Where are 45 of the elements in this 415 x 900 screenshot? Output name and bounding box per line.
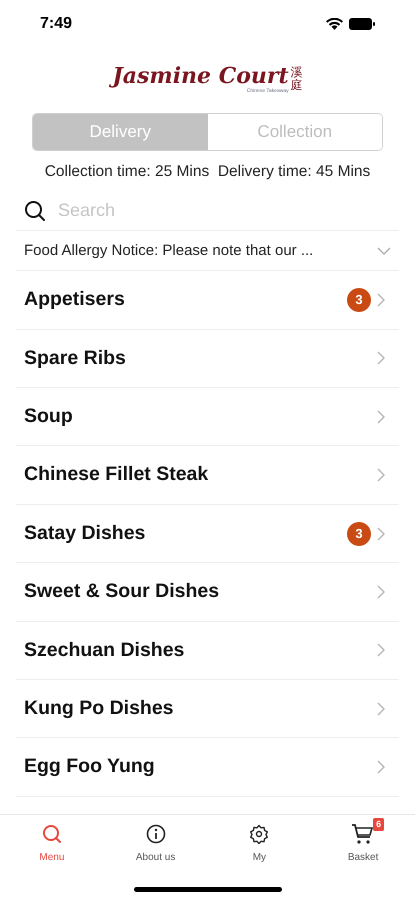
wifi-icon bbox=[326, 18, 343, 30]
category-name: Spare Ribs bbox=[24, 346, 127, 371]
chevron-right-icon bbox=[377, 584, 385, 599]
allergy-notice[interactable]: Food Allergy Notice: Please note that our ... bbox=[16, 231, 399, 272]
count-badge: 3 bbox=[347, 522, 371, 546]
category-name: Kung Po Dishes bbox=[24, 696, 175, 722]
basket-count-badge: 6 bbox=[373, 818, 384, 831]
wait-times: Collection time: 25 Mins Delivery time: 45 Mins bbox=[44, 162, 370, 182]
info-icon bbox=[146, 824, 166, 844]
chevron-right-icon bbox=[377, 643, 385, 658]
chevron-right-icon bbox=[377, 351, 385, 366]
search-icon bbox=[24, 200, 46, 222]
category-row[interactable]: Soup bbox=[16, 388, 399, 446]
tab-bar-item[interactable]: My bbox=[208, 817, 312, 865]
category-row[interactable]: Spare Ribs bbox=[16, 330, 399, 388]
category-row[interactable]: Chinese Fillet Steak bbox=[16, 446, 399, 505]
category-row[interactable]: Appetisers 3 bbox=[16, 271, 399, 330]
chevron-right-icon bbox=[377, 410, 385, 424]
category-name: Satay Dishes bbox=[24, 520, 146, 546]
cart-icon bbox=[351, 823, 376, 845]
chevron-right-icon bbox=[377, 292, 385, 307]
category-row[interactable]: Egg Foo Yung bbox=[16, 738, 399, 797]
search-icon bbox=[42, 824, 62, 844]
settings-icon bbox=[249, 824, 270, 844]
category-name: Soup bbox=[24, 404, 74, 430]
tab-bar-item[interactable]: About us bbox=[104, 817, 208, 865]
category-name: Chinese Fillet Steak bbox=[24, 462, 210, 488]
category-row[interactable]: Kung Po Dishes bbox=[16, 680, 399, 738]
status-time: 7:49 bbox=[40, 14, 72, 34]
search-field[interactable]: Search bbox=[58, 197, 391, 224]
chevron-right-icon bbox=[377, 702, 385, 716]
category-row[interactable]: Sweet & Sour Dishes bbox=[16, 563, 399, 622]
category-row[interactable]: Szechuan Dishes bbox=[16, 622, 399, 680]
count-badge: 3 bbox=[347, 288, 371, 312]
category-name: Appetisers bbox=[24, 287, 126, 312]
category-row[interactable]: Satay Dishes 3 bbox=[16, 504, 399, 564]
battery-icon bbox=[349, 18, 375, 30]
tab-bar-item[interactable]: 6 Basket bbox=[311, 817, 415, 865]
category-name: Szechuan Dishes bbox=[24, 638, 186, 663]
chevron-right-icon bbox=[377, 526, 385, 540]
tab-bar-item[interactable]: Menu bbox=[0, 817, 104, 865]
category-name: Egg Foo Yung bbox=[24, 754, 156, 780]
chevron-right-icon bbox=[377, 468, 385, 482]
category-name: Sweet & Sour Dishes bbox=[24, 579, 220, 604]
chevron-right-icon bbox=[377, 760, 385, 774]
